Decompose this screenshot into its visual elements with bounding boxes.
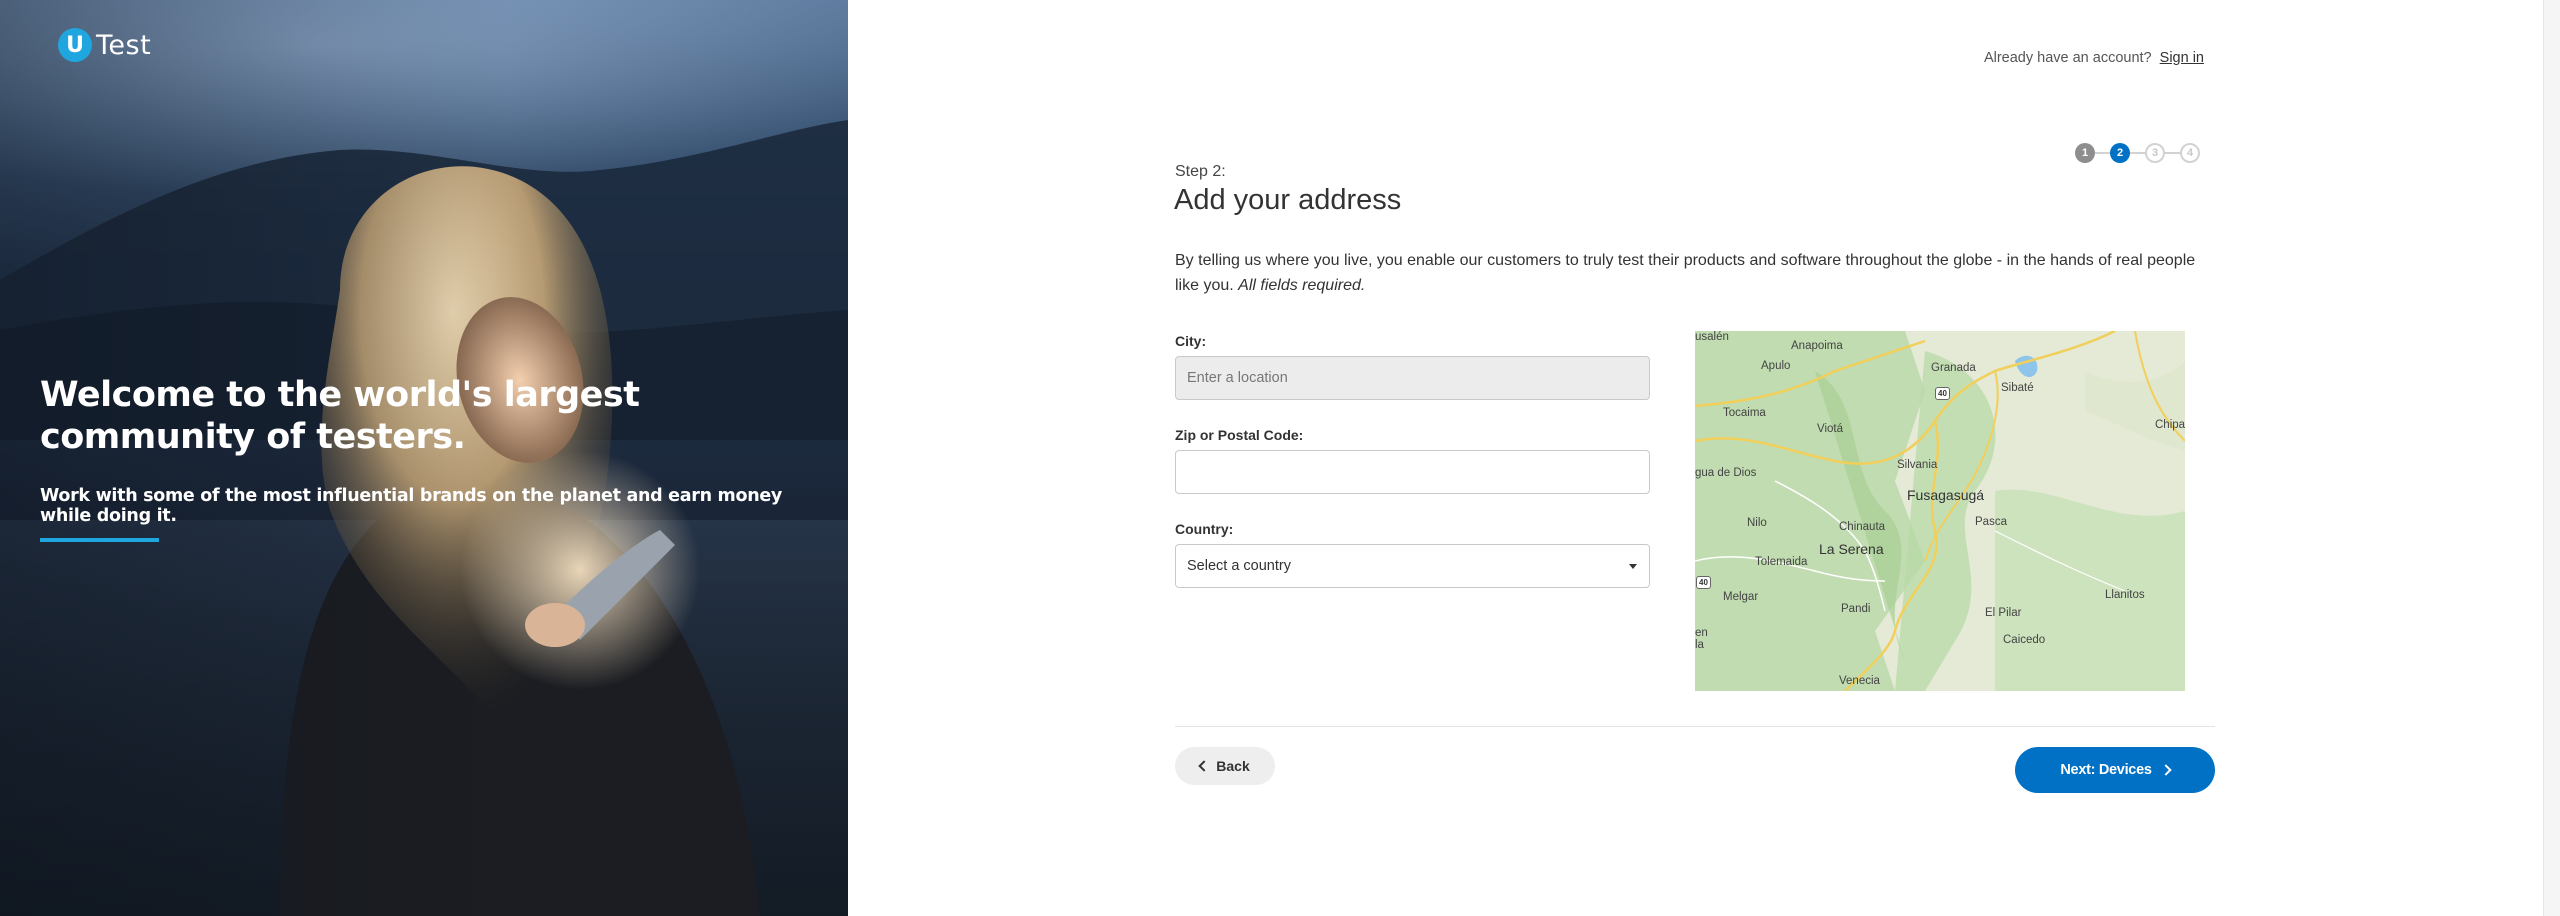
map-terrain	[1695, 331, 2185, 691]
map-place-label: Anapoima	[1791, 340, 1843, 352]
map-place-label: Viotá	[1817, 423, 1844, 435]
map-place-label: Sibaté	[2001, 382, 2034, 394]
map-place-label: Silvania	[1897, 459, 1938, 471]
intro-required-note: All fields required.	[1238, 277, 1366, 294]
map-place-label: Pandi	[1841, 603, 1871, 615]
map-place-label: Granada	[1931, 362, 1976, 374]
step-connector	[2095, 152, 2110, 154]
map-place-label: Fusagasugá	[1907, 487, 1985, 503]
step-4: 4	[2180, 143, 2200, 163]
road-shield-icon: 40	[1696, 576, 1711, 589]
city-label: City:	[1175, 333, 1207, 349]
map-place-label: Tocaima	[1723, 407, 1766, 419]
map-place-label: La Serena	[1819, 541, 1884, 557]
step-3: 3	[2145, 143, 2165, 163]
map-place-label: El Pilar	[1985, 607, 2022, 619]
hero-subtitle: Work with some of the most influential b…	[40, 486, 783, 526]
signin-prompt: Already have an account? Sign in	[1984, 50, 2204, 66]
map-place-label: Melgar	[1723, 591, 1759, 603]
hero-accent-bar	[40, 538, 159, 542]
zip-label: Zip or Postal Code:	[1175, 427, 1304, 443]
page-scrollbar[interactable]	[2543, 0, 2560, 916]
signin-prompt-text: Already have an account?	[1983, 50, 2152, 66]
caret-down-icon	[1629, 564, 1637, 569]
map-place-label: Tolemaida	[1755, 556, 1808, 568]
intro-text: By telling us where you live, you enable…	[1175, 248, 2205, 298]
hero-panel: U Test Welcome to the world's largest co…	[0, 0, 848, 916]
step-connector	[2165, 152, 2180, 154]
map-place-label: Venecia	[1839, 675, 1880, 687]
logo-mark: U	[58, 28, 92, 62]
back-button-label: Back	[1216, 758, 1250, 774]
chevron-right-icon	[2159, 764, 2172, 776]
chevron-left-icon	[1198, 760, 1210, 772]
country-selected-value: Select a country	[1187, 558, 1291, 574]
map-place-label: usalén	[1695, 331, 1729, 343]
next-button-label: Next: Devices	[2060, 762, 2152, 778]
map-place-label: Pasca	[1975, 516, 2007, 528]
signin-link[interactable]: Sign in	[2160, 50, 2204, 66]
step-indicator: 1 2 3 4	[2075, 143, 2200, 163]
map-place-label: la	[1695, 639, 1704, 651]
location-map[interactable]: usalén Anapoima Apulo Granada Sibaté Toc…	[1695, 331, 2185, 691]
map-place-label: Chipa	[2155, 419, 2185, 431]
map-place-label: Chinauta	[1839, 521, 1886, 533]
country-label: Country:	[1175, 521, 1234, 537]
city-placeholder: Enter a location	[1187, 370, 1288, 386]
road-shield-icon: 40	[1935, 387, 1950, 400]
hero-title: Welcome to the world's largest community…	[40, 375, 640, 457]
logo-text: Test	[96, 29, 152, 61]
form-divider	[1175, 726, 2215, 727]
step-connector	[2130, 152, 2145, 154]
step-label: Step 2:	[1175, 163, 1226, 180]
map-place-label: en	[1695, 627, 1708, 639]
step-1: 1	[2075, 143, 2095, 163]
map-place-label: Apulo	[1761, 360, 1791, 372]
map-place-label: Nilo	[1747, 517, 1767, 529]
city-input[interactable]: Enter a location	[1175, 356, 1650, 400]
hero-overlay	[0, 0, 848, 916]
zip-input[interactable]	[1175, 450, 1650, 494]
next-devices-button[interactable]: Next: Devices	[2015, 747, 2215, 793]
map-place-label: Caicedo	[2003, 634, 2046, 646]
back-button[interactable]: Back	[1175, 747, 1275, 785]
page-title: Add your address	[1174, 184, 1402, 216]
map-place-label: gua de Dios	[1695, 467, 1757, 479]
map-place-label: Llanitos	[2105, 589, 2145, 601]
country-select[interactable]: Select a country	[1175, 544, 1650, 588]
utest-logo[interactable]: U Test	[58, 28, 151, 62]
step-2: 2	[2110, 143, 2130, 163]
